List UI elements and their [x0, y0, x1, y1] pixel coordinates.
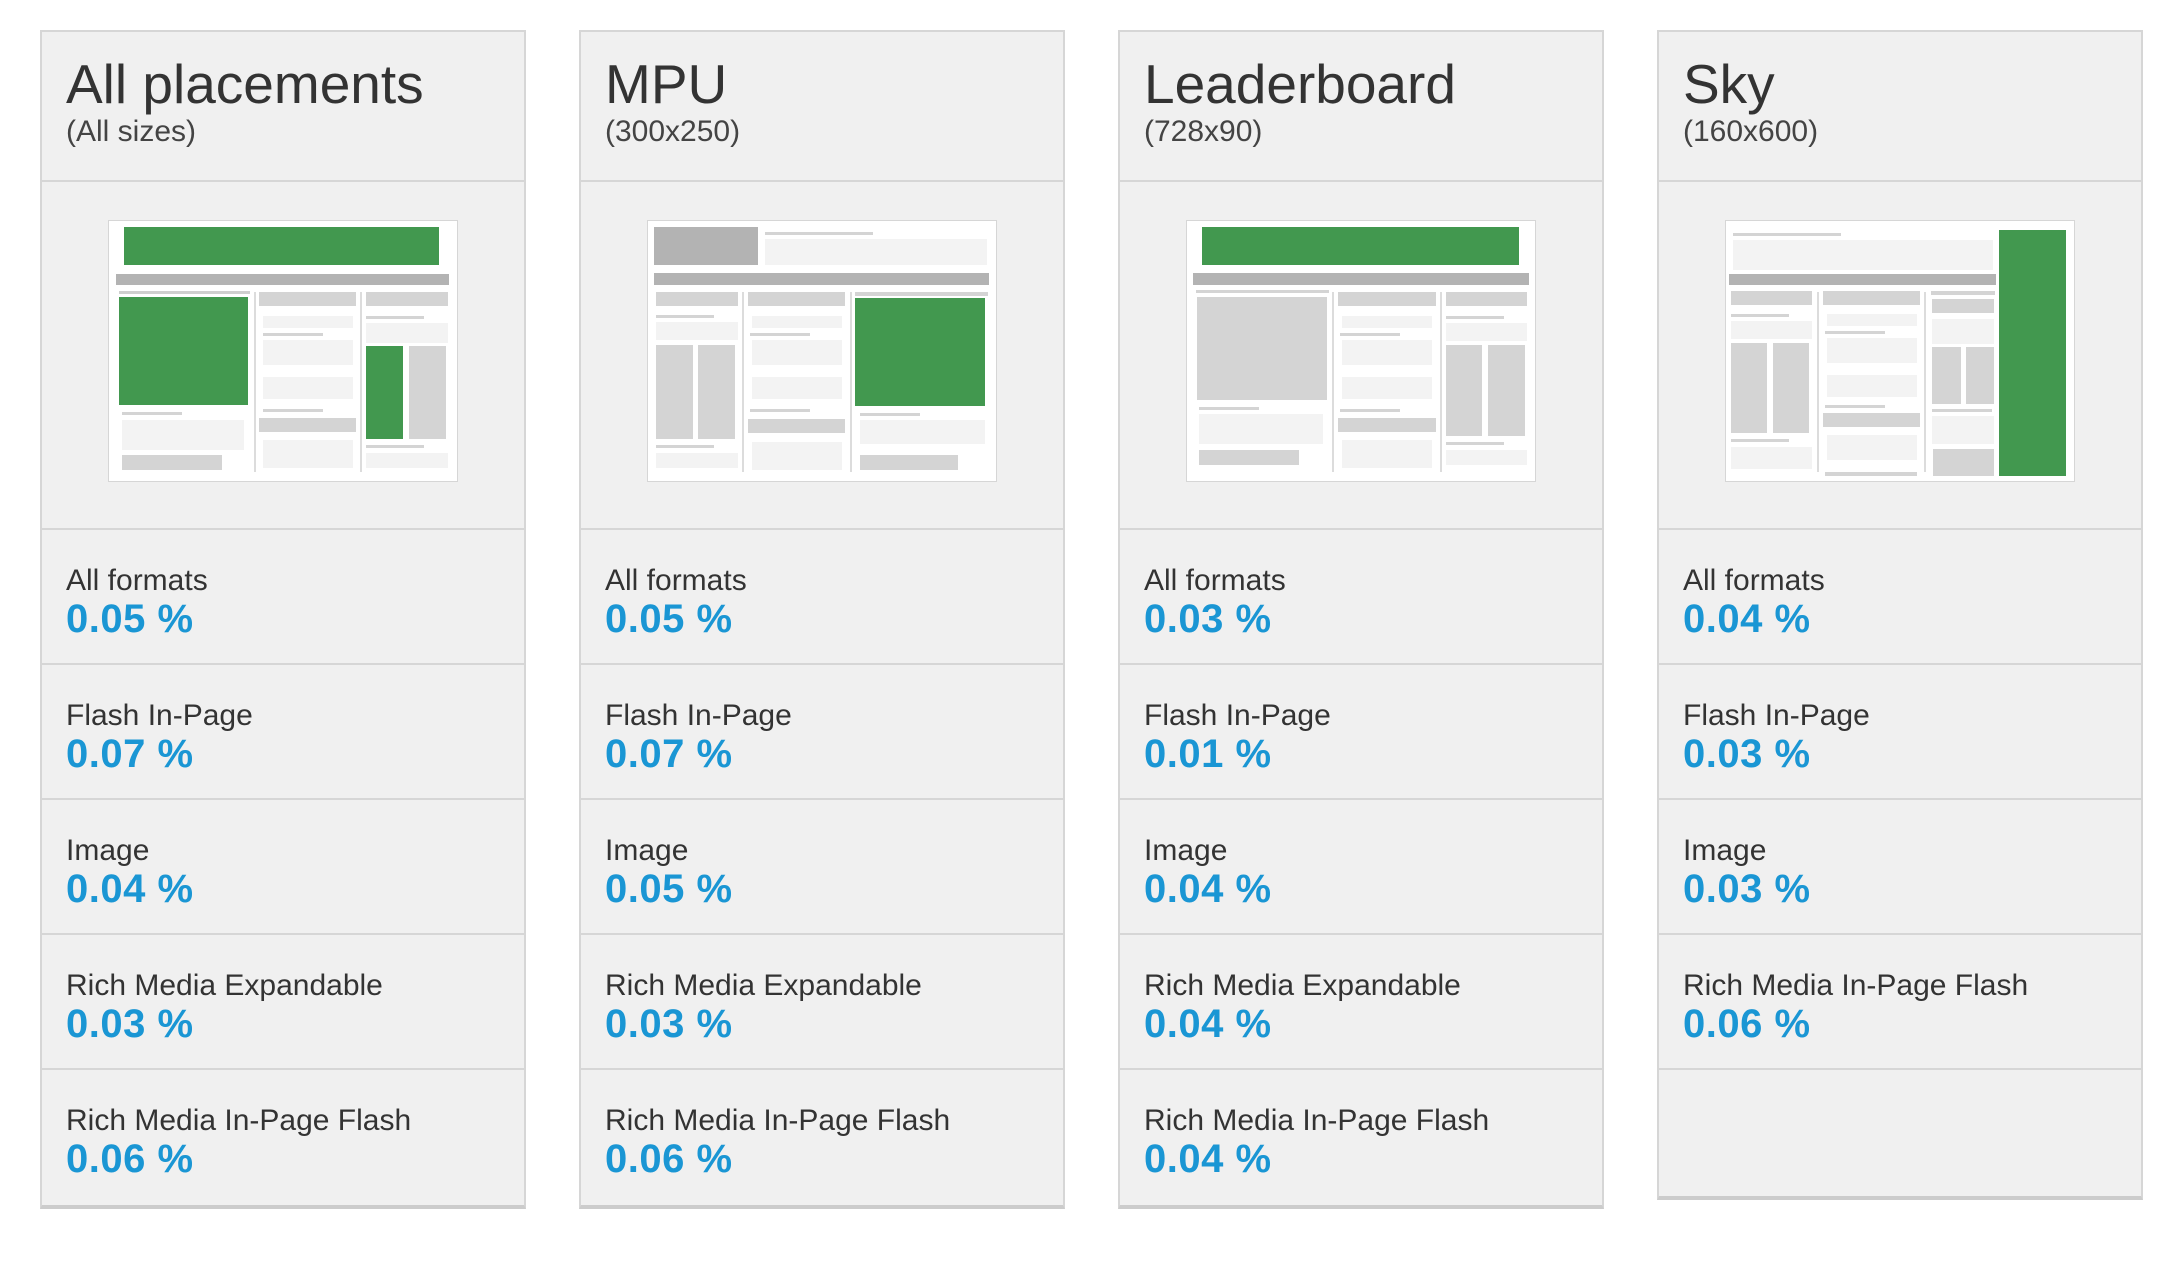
stat-label: Flash In-Page [1683, 699, 1870, 732]
leaderboard-wireframe-icon [1186, 220, 1536, 482]
stat-label: Image [605, 834, 689, 867]
stat-row: All formats 0.05 % [42, 530, 524, 665]
stat-label: Rich Media In-Page Flash [605, 1104, 951, 1137]
stat-value: 0.07 % [605, 732, 733, 776]
stat-value: 0.03 % [1683, 732, 1811, 776]
placement-card-all: All placements (All sizes) All formats 0… [40, 30, 526, 1209]
card-title: All placements [66, 53, 424, 115]
card-subtitle: (728x90) [1144, 115, 1263, 148]
mpu-ad-block [119, 297, 248, 405]
stat-row: Flash In-Page 0.07 % [42, 665, 524, 800]
all-placements-wireframe-icon [108, 220, 458, 482]
stat-value: 0.04 % [1144, 1137, 1272, 1181]
stat-value: 0.03 % [1144, 597, 1272, 641]
stat-row: Image 0.03 % [1659, 800, 2141, 935]
card-header: All placements (All sizes) [42, 32, 524, 182]
card-preview [1659, 182, 2141, 530]
card-header: Sky (160x600) [1659, 32, 2141, 182]
mpu-wireframe-icon [647, 220, 997, 482]
empty-stat-row [1659, 1070, 2141, 1196]
placement-card-leaderboard: Leaderboard (728x90) All formats 0.03 % … [1118, 30, 1604, 1209]
stat-row: All formats 0.05 % [581, 530, 1063, 665]
stat-row: Rich Media In-Page Flash 0.04 % [1120, 1070, 1602, 1205]
stat-row: Rich Media In-Page Flash 0.06 % [581, 1070, 1063, 1205]
stat-value: 0.04 % [66, 867, 194, 911]
stat-label: Rich Media In-Page Flash [1683, 969, 2029, 1002]
mpu-ad-block [855, 298, 985, 406]
stat-value: 0.05 % [605, 597, 733, 641]
nav-bar [1729, 274, 1996, 285]
stat-row: Rich Media Expandable 0.04 % [1120, 935, 1602, 1070]
nav-bar [116, 274, 449, 285]
stat-label: All formats [1683, 564, 1825, 597]
stat-row: Rich Media In-Page Flash 0.06 % [1659, 935, 2141, 1070]
stat-value: 0.06 % [605, 1137, 733, 1181]
stat-label: All formats [66, 564, 208, 597]
placement-card-sky: Sky (160x600) All formats 0.04 % Flash I… [1657, 30, 2143, 1200]
stat-value: 0.04 % [1683, 597, 1811, 641]
nav-bar [654, 273, 989, 285]
stat-value: 0.03 % [605, 1002, 733, 1046]
stat-value: 0.01 % [1144, 732, 1272, 776]
sky-ad-block [366, 346, 403, 439]
card-title: Sky [1683, 53, 1775, 115]
stat-row: Image 0.05 % [581, 800, 1063, 935]
card-preview [581, 182, 1063, 530]
logo-block [654, 227, 758, 265]
stat-value: 0.07 % [66, 732, 194, 776]
stat-label: Flash In-Page [1144, 699, 1331, 732]
stat-label: Image [1683, 834, 1767, 867]
stat-value: 0.04 % [1144, 1002, 1272, 1046]
stat-label: Rich Media Expandable [1144, 969, 1461, 1002]
card-title: Leaderboard [1144, 53, 1456, 115]
stat-row: Image 0.04 % [1120, 800, 1602, 935]
stat-row: Rich Media Expandable 0.03 % [42, 935, 524, 1070]
stat-value: 0.05 % [605, 867, 733, 911]
card-subtitle: (All sizes) [66, 115, 197, 148]
stat-label: Rich Media Expandable [605, 969, 922, 1002]
nav-bar [1193, 273, 1529, 285]
stat-label: Rich Media In-Page Flash [66, 1104, 412, 1137]
card-subtitle: (300x250) [605, 115, 741, 148]
card-preview [1120, 182, 1602, 530]
stat-label: Rich Media In-Page Flash [1144, 1104, 1490, 1137]
stat-label: Flash In-Page [66, 699, 253, 732]
stat-value: 0.06 % [66, 1137, 194, 1181]
card-header: MPU (300x250) [581, 32, 1063, 182]
stat-label: All formats [605, 564, 747, 597]
stat-row: Flash In-Page 0.01 % [1120, 665, 1602, 800]
stat-value: 0.03 % [66, 1002, 194, 1046]
stat-value: 0.06 % [1683, 1002, 1811, 1046]
card-title: MPU [605, 53, 728, 115]
stat-label: Flash In-Page [605, 699, 792, 732]
stat-row: Image 0.04 % [42, 800, 524, 935]
stat-label: All formats [1144, 564, 1286, 597]
stat-label: Rich Media Expandable [66, 969, 383, 1002]
stat-label: Image [1144, 834, 1228, 867]
stat-row: Flash In-Page 0.07 % [581, 665, 1063, 800]
leaderboard-ad-block [124, 227, 439, 265]
stat-value: 0.03 % [1683, 867, 1811, 911]
stat-value: 0.05 % [66, 597, 194, 641]
stat-row: All formats 0.04 % [1659, 530, 2141, 665]
placement-card-mpu: MPU (300x250) All formats 0.05 % Flash I… [579, 30, 1065, 1209]
stat-label: Image [66, 834, 150, 867]
leaderboard-ad-block [1202, 227, 1519, 265]
card-header: Leaderboard (728x90) [1120, 32, 1602, 182]
stat-row: Rich Media Expandable 0.03 % [581, 935, 1063, 1070]
sky-wireframe-icon [1725, 220, 2075, 482]
stat-row: Flash In-Page 0.03 % [1659, 665, 2141, 800]
card-preview [42, 182, 524, 530]
stat-value: 0.04 % [1144, 867, 1272, 911]
card-subtitle: (160x600) [1683, 115, 1819, 148]
stat-row: Rich Media In-Page Flash 0.06 % [42, 1070, 524, 1205]
sky-ad-block [1999, 230, 2066, 476]
stat-row: All formats 0.03 % [1120, 530, 1602, 665]
